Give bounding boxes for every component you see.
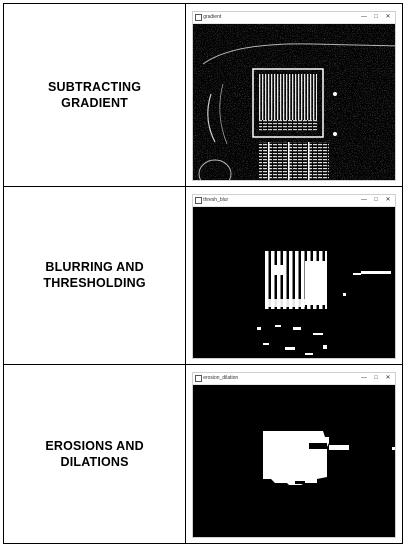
window-app-icon xyxy=(195,197,203,204)
morphology-image-svg xyxy=(193,385,395,537)
gradient-image-svg xyxy=(193,24,395,180)
image-cell: thresh_blur — □ ✕ xyxy=(185,186,403,365)
step-label-cell: SUBTRACTING GRADIENT xyxy=(2,3,187,187)
window-titlebar: erosion_dilation — □ ✕ xyxy=(193,373,395,385)
window-title: erosion_dilation xyxy=(203,375,239,381)
opencv-window: erosion_dilation — □ ✕ xyxy=(192,372,396,538)
window-titlebar: gradient — □ ✕ xyxy=(193,12,395,24)
threshold-image-svg xyxy=(193,207,395,358)
window-app-icon xyxy=(195,14,203,21)
opencv-window: thresh_blur — □ ✕ xyxy=(192,194,396,359)
maximize-button[interactable]: □ xyxy=(371,195,381,205)
window-titlebar: thresh_blur — □ ✕ xyxy=(193,195,395,207)
step-label: SUBTRACTING GRADIENT xyxy=(48,79,142,110)
gradient-image xyxy=(193,24,395,180)
close-button[interactable]: ✕ xyxy=(383,12,393,22)
close-button[interactable]: ✕ xyxy=(383,195,393,205)
maximize-button[interactable]: □ xyxy=(371,12,381,22)
step-label-cell: BLURRING AND THRESHOLDING xyxy=(2,186,187,365)
close-button[interactable]: ✕ xyxy=(383,373,393,383)
opencv-window: gradient — □ ✕ xyxy=(192,11,396,181)
window-app-icon xyxy=(195,375,203,382)
comparison-table: SUBTRACTING GRADIENT gradient — □ ✕ BLUR… xyxy=(2,3,403,544)
step-label: BLURRING AND THRESHOLDING xyxy=(43,260,146,290)
threshold-image xyxy=(193,207,395,358)
minimize-button[interactable]: — xyxy=(359,12,369,22)
table-row: EROSIONS AND DILATIONS erosion_dilation … xyxy=(2,364,403,544)
image-cell: gradient — □ ✕ xyxy=(185,3,403,187)
table-row: BLURRING AND THRESHOLDING thresh_blur — … xyxy=(2,186,403,365)
maximize-button[interactable]: □ xyxy=(371,373,381,383)
table-row: SUBTRACTING GRADIENT gradient — □ ✕ xyxy=(2,3,403,187)
minimize-button[interactable]: — xyxy=(359,373,369,383)
step-label: EROSIONS AND DILATIONS xyxy=(45,438,144,469)
window-title: gradient xyxy=(203,14,222,20)
image-cell: erosion_dilation — □ ✕ xyxy=(185,364,403,544)
window-title: thresh_blur xyxy=(203,197,229,203)
step-label-cell: EROSIONS AND DILATIONS xyxy=(2,364,187,544)
morphology-image xyxy=(193,385,395,537)
minimize-button[interactable]: — xyxy=(359,195,369,205)
